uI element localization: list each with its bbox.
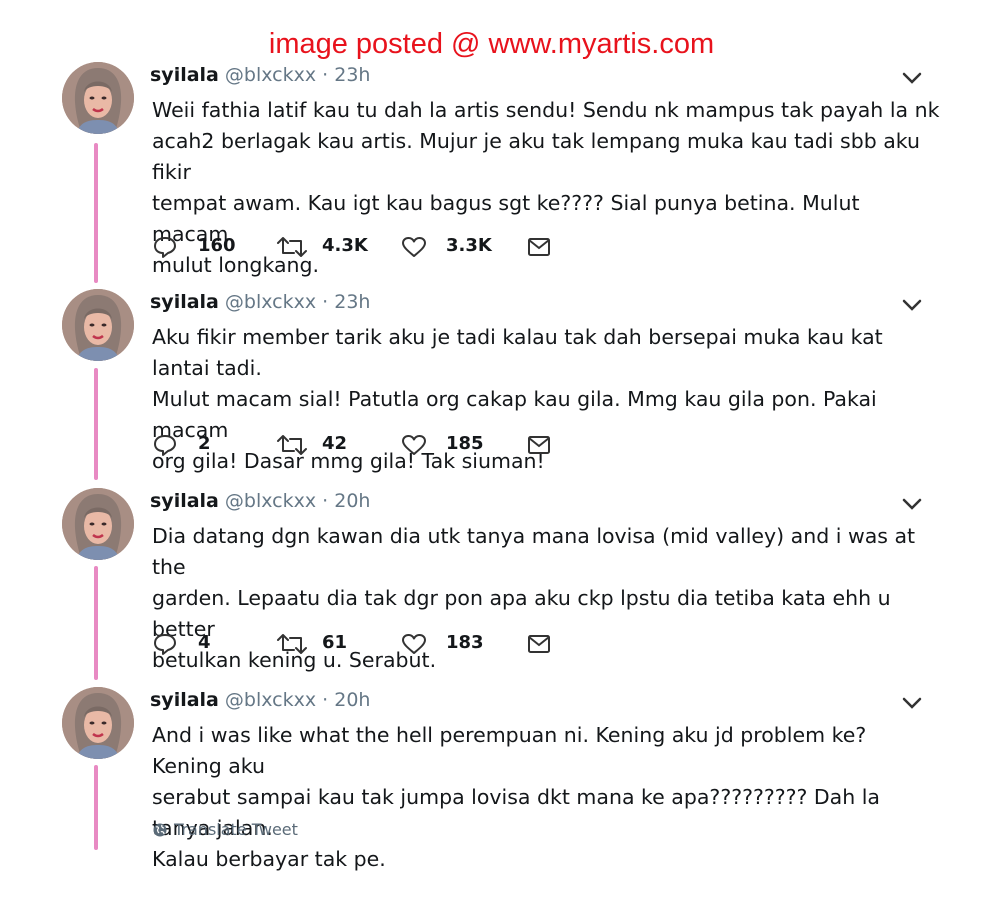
tweet-header: syilala @blxckxx · 23h <box>150 64 370 86</box>
tweet-text-line: Kalau berbayar tak pe. <box>152 847 386 871</box>
retweet-icon <box>277 435 307 455</box>
avatar[interactable] <box>62 289 134 361</box>
translate-tweet-link[interactable]: Translate Tweet <box>152 820 298 839</box>
tweet-header: syilala @blxckxx · 20h <box>150 490 370 512</box>
reply-count: 2 <box>198 433 211 454</box>
tweet-text-line: acah2 berlagak kau artis. Mujur je aku t… <box>152 129 921 184</box>
tweet-timestamp[interactable]: 23h <box>334 64 370 86</box>
chevron-down-icon[interactable] <box>900 70 924 86</box>
display-name[interactable]: syilala <box>150 490 219 512</box>
reply-count: 4 <box>198 632 211 653</box>
tweet-timestamp[interactable]: 23h <box>334 291 370 313</box>
like-count: 183 <box>446 632 484 653</box>
profile-photo-icon <box>62 687 134 759</box>
thread-line <box>94 566 98 680</box>
like-count: 3.3K <box>446 235 492 256</box>
reply-icon <box>154 634 176 655</box>
heart-icon <box>402 237 426 257</box>
reply-icon <box>154 435 176 456</box>
thread-line <box>94 143 98 283</box>
heart-icon <box>402 435 426 455</box>
thread-line <box>94 368 98 480</box>
avatar[interactable] <box>62 62 134 134</box>
separator-dot: · <box>322 490 329 512</box>
tweet-text: And i was like what the hell perempuan n… <box>152 720 942 875</box>
retweet-icon <box>277 237 307 257</box>
watermark-text: image posted @ www.myartis.com <box>268 28 715 60</box>
tweet-header: syilala @blxckxx · 20h <box>150 689 370 711</box>
heart-icon <box>402 634 426 654</box>
thread-line <box>94 765 98 850</box>
separator-dot: · <box>322 689 329 711</box>
profile-photo-icon <box>62 289 134 361</box>
chevron-down-icon[interactable] <box>900 297 924 313</box>
user-handle[interactable]: @blxckxx <box>225 64 316 86</box>
separator-dot: · <box>322 64 329 86</box>
retweet-count: 4.3K <box>322 235 368 256</box>
profile-photo-icon <box>62 62 134 134</box>
chevron-down-icon[interactable] <box>900 496 924 512</box>
tweet-text-line: Weii fathia latif kau tu dah la artis se… <box>152 98 940 122</box>
tweet-timestamp[interactable]: 20h <box>334 689 370 711</box>
avatar[interactable] <box>62 488 134 560</box>
retweet-count: 42 <box>322 433 348 454</box>
translate-label: Translate Tweet <box>174 820 298 839</box>
tweet-timestamp[interactable]: 20h <box>334 490 370 512</box>
display-name[interactable]: syilala <box>150 689 219 711</box>
envelope-icon <box>528 238 550 256</box>
tweet-header: syilala @blxckxx · 23h <box>150 291 370 313</box>
user-handle[interactable]: @blxckxx <box>225 689 316 711</box>
reply-count: 160 <box>198 235 236 256</box>
reply-icon <box>154 237 176 258</box>
retweet-icon <box>277 634 307 654</box>
user-handle[interactable]: @blxckxx <box>225 291 316 313</box>
display-name[interactable]: syilala <box>150 291 219 313</box>
separator-dot: · <box>322 291 329 313</box>
display-name[interactable]: syilala <box>150 64 219 86</box>
profile-photo-icon <box>62 488 134 560</box>
tweet-text-line: Aku fikir member tarik aku je tadi kalau… <box>152 325 883 380</box>
user-handle[interactable]: @blxckxx <box>225 490 316 512</box>
retweet-count: 61 <box>322 632 348 653</box>
avatar[interactable] <box>62 687 134 759</box>
tweet-text-line: And i was like what the hell perempuan n… <box>152 723 867 778</box>
globe-icon <box>153 823 167 837</box>
envelope-icon <box>528 436 550 454</box>
like-count: 185 <box>446 433 484 454</box>
envelope-icon <box>528 635 550 653</box>
tweet-text-line: Dia datang dgn kawan dia utk tanya mana … <box>152 524 916 579</box>
chevron-down-icon[interactable] <box>900 695 924 711</box>
